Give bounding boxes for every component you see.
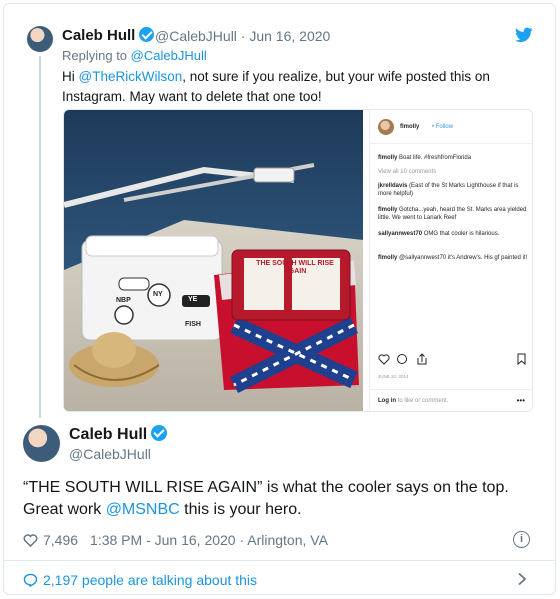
instagram-username: flmolly <box>400 124 420 130</box>
sticker-fish: FISH <box>185 321 201 328</box>
sticker-ny: NY <box>153 291 163 298</box>
comment-user: sallyannwest70 <box>378 231 423 237</box>
verified-badge-icon <box>139 27 155 42</box>
main-handle[interactable]: @CalebJHull <box>69 446 151 462</box>
main-avatar[interactable] <box>23 425 60 462</box>
quoted-tweet-text: Hi @TheRickWilson, not sure if you reali… <box>62 67 532 107</box>
comment-user: flmolly <box>378 207 398 213</box>
sticker-nbp: NBP <box>116 297 131 304</box>
instagram-actions <box>378 353 526 366</box>
talking-about-text[interactable]: 2,197 people are talking about this <box>43 572 257 588</box>
quoted-handle-date[interactable]: @CalebJHull · Jun 16, 2020 <box>155 28 330 44</box>
instagram-comment: sallyannwest70 OMG that cooler is hilari… <box>378 230 528 238</box>
tweet-timestamp[interactable]: 1:38 PM - Jun 16, 2020 · Arlington, VA <box>90 532 328 548</box>
cooler-text-overlay: THE SOUTH WILL RISE AGAIN <box>256 260 334 275</box>
mention-link-msnbc[interactable]: @MSNBC <box>106 501 180 518</box>
quoted-text-before: Hi <box>62 69 79 84</box>
tweet-media-image[interactable]: THE SOUTH WILL RISE AGAIN NBP NY YE FISH… <box>63 109 533 412</box>
heart-icon[interactable] <box>23 533 38 547</box>
instagram-login-bar: Log in to like or comment. ••• <box>370 389 532 411</box>
thread-connector-line <box>39 56 41 418</box>
sticker-ye: YE <box>188 296 198 303</box>
tweet-meta: 7,496 1:38 PM - Jun 16, 2020 · Arlington… <box>23 532 328 548</box>
instagram-comment: jkrelldavis (East of the St Marks Lighth… <box>378 182 528 198</box>
talking-about-link[interactable]: 2,197 people are talking about this <box>23 572 257 588</box>
like-count[interactable]: 7,496 <box>43 532 78 548</box>
comment-user: jkrelldavis <box>378 183 408 189</box>
comment-bubble-icon <box>23 573 38 587</box>
instagram-save-icon <box>517 353 526 366</box>
more-options-icon: ••• <box>516 396 525 405</box>
login-bold: Log in <box>378 398 396 404</box>
twitter-bird-icon[interactable] <box>515 27 533 43</box>
replying-to-handle-link[interactable]: @CalebJHull <box>131 48 207 63</box>
main-author-name[interactable]: Caleb Hull <box>69 425 168 444</box>
instagram-post-panel: flmolly • Follow flmolly Boat life. #fre… <box>369 110 532 411</box>
instagram-like-icon <box>378 354 390 365</box>
main-text-after: this is your hero. <box>179 501 302 518</box>
caption-user: flmolly <box>378 155 398 161</box>
instagram-comment-icon <box>397 354 407 364</box>
caption-text: Boat life. #freshfromFlorida <box>399 155 472 161</box>
instagram-comment: flmolly Gotcha...yeah, heard the St. Mar… <box>378 206 528 222</box>
instagram-header: flmolly • Follow <box>370 110 532 144</box>
comment-text: @sallyannwest70 it's Andrew's. His gf pa… <box>399 255 528 261</box>
instagram-login-text: Log in to like or comment. <box>378 398 448 404</box>
instagram-avatar <box>378 119 394 135</box>
comment-user: flmolly <box>378 255 398 261</box>
login-rest: to like or comment. <box>396 398 449 404</box>
instagram-follow-label: • Follow <box>432 124 454 130</box>
mention-link-rickwilson[interactable]: @TheRickWilson <box>79 69 183 84</box>
quoted-name-text[interactable]: Caleb Hull <box>62 27 135 44</box>
instagram-comment: flmolly @sallyannwest70 it's Andrew's. H… <box>378 254 528 262</box>
replying-to: Replying to @CalebJHull <box>62 48 207 63</box>
chevron-right-icon[interactable] <box>517 572 527 586</box>
comment-text: Gotcha...yeah, heard the St. Marks area … <box>378 207 527 221</box>
instagram-share-icon <box>417 353 427 365</box>
verified-badge-icon <box>151 425 168 441</box>
comment-text: OMG that cooler is hilarious. <box>423 231 500 237</box>
quoted-avatar[interactable] <box>27 26 53 52</box>
replying-to-prefix: Replying to <box>62 48 131 63</box>
main-name-text[interactable]: Caleb Hull <box>69 426 147 443</box>
quoted-author-name[interactable]: Caleb Hull <box>62 27 155 44</box>
footer-divider <box>3 560 556 561</box>
instagram-view-all: View all 10 comments <box>378 169 437 175</box>
main-tweet-text: “THE SOUTH WILL RISE AGAIN” is what the … <box>23 477 533 521</box>
info-icon[interactable]: i <box>513 531 530 548</box>
instagram-caption: flmolly Boat life. #freshfromFlorida <box>378 154 528 162</box>
instagram-date: JUNE 20, 2014 <box>378 374 409 379</box>
